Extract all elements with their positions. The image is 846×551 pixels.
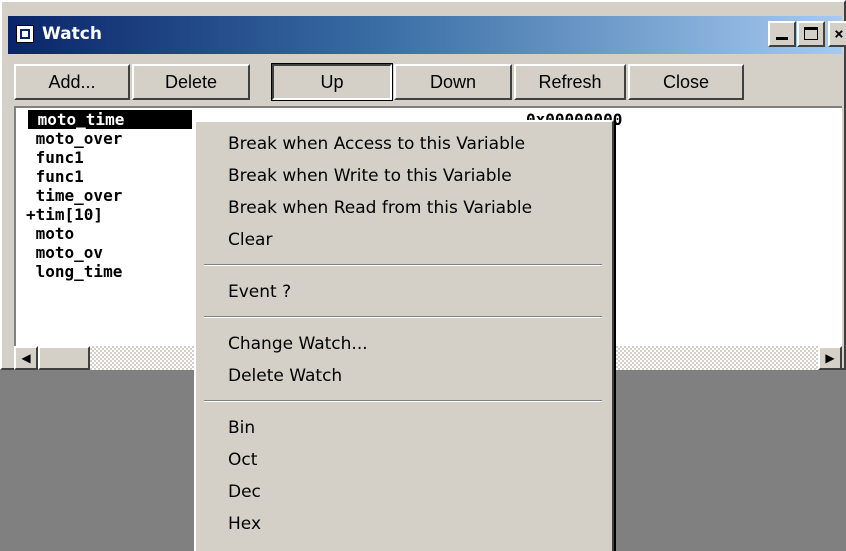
refresh-button[interactable]: Refresh <box>514 64 626 100</box>
window-close-button[interactable]: × <box>828 21 846 47</box>
scroll-left-icon[interactable]: ◀ <box>14 346 38 370</box>
menu-separator <box>204 400 602 402</box>
scroll-thumb[interactable] <box>38 346 90 370</box>
window-icon <box>16 25 34 43</box>
add-button[interactable]: Add... <box>14 64 130 100</box>
menu-hex[interactable]: Hex <box>196 508 610 540</box>
menu-break-read[interactable]: Break when Read from this Variable <box>196 192 610 224</box>
menu-oct[interactable]: Oct <box>196 444 610 476</box>
up-button[interactable]: Up <box>271 63 393 101</box>
maximize-button[interactable] <box>797 21 825 47</box>
variable-name: moto_ov <box>26 243 104 262</box>
menu-break-access[interactable]: Break when Access to this Variable <box>196 128 610 160</box>
list-item[interactable]: moto_time0x00000000 <box>28 110 622 129</box>
variable-name: moto <box>26 224 75 243</box>
delete-button[interactable]: Delete <box>132 64 250 100</box>
window-title: Watch <box>42 24 102 44</box>
minimize-icon <box>776 37 788 40</box>
menu-change-watch[interactable]: Change Watch... <box>196 328 610 360</box>
menu-break-write[interactable]: Break when Write to this Variable <box>196 160 610 192</box>
menu-dec[interactable]: Dec <box>196 476 610 508</box>
variable-name: long_time <box>26 262 123 281</box>
menu-clear[interactable]: Clear <box>196 224 610 256</box>
down-button[interactable]: Down <box>394 64 512 100</box>
scroll-right-icon[interactable]: ▶ <box>818 346 842 370</box>
variable-name: moto_time <box>28 110 125 129</box>
menu-delete-watch[interactable]: Delete Watch <box>196 360 610 392</box>
menu-event[interactable]: Event ? <box>196 276 610 308</box>
minimize-button[interactable] <box>768 21 796 47</box>
variable-name: func1 <box>26 167 84 186</box>
variable-name: func1 <box>26 148 84 167</box>
menu-separator <box>204 264 602 266</box>
close-button[interactable]: Close <box>628 64 744 100</box>
variable-name: moto_over <box>26 129 123 148</box>
maximize-icon <box>804 27 818 40</box>
context-menu: Break when Access to this Variable Break … <box>194 120 614 551</box>
menu-bin[interactable]: Bin <box>196 412 610 444</box>
menu-separator <box>204 316 602 318</box>
variable-name: +tim[10] <box>26 205 104 224</box>
title-bar[interactable]: Watch × <box>8 16 846 54</box>
variable-name: time_over <box>26 186 123 205</box>
